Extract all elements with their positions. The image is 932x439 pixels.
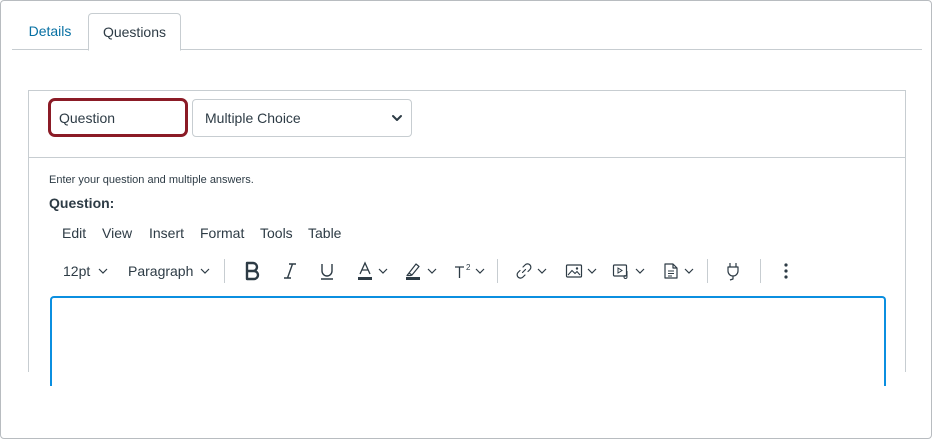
- more-icon: [784, 263, 788, 279]
- link-button[interactable]: [515, 257, 548, 285]
- tab-details[interactable]: Details: [16, 13, 84, 50]
- tab-bar: Details Questions: [12, 13, 922, 51]
- document-button[interactable]: [662, 257, 695, 285]
- font-size-value: 12pt: [63, 263, 91, 279]
- question-type-select[interactable]: Multiple Choice: [192, 99, 412, 137]
- font-size-dropdown[interactable]: 12pt: [63, 257, 109, 285]
- block-format-value: Paragraph: [128, 263, 194, 279]
- bold-button[interactable]: [243, 257, 261, 285]
- chevron-down-icon: [537, 268, 547, 274]
- toolbar-divider: [707, 259, 708, 283]
- chevron-down-icon: [427, 268, 437, 274]
- apps-plugin-button[interactable]: [724, 257, 742, 285]
- media-button[interactable]: [612, 257, 646, 285]
- bold-icon: [245, 261, 260, 281]
- menu-table[interactable]: Table: [308, 225, 341, 241]
- text-color-icon: [358, 261, 372, 280]
- text-color-button[interactable]: [356, 257, 389, 285]
- question-type-value: Multiple Choice: [205, 110, 301, 126]
- chevron-down-icon: [200, 268, 210, 274]
- italic-icon: [284, 263, 296, 279]
- svg-text:2: 2: [466, 263, 471, 272]
- highlight-color-icon: [406, 263, 420, 280]
- menu-view[interactable]: View: [102, 225, 132, 241]
- question-header: Multiple Choice: [29, 91, 905, 158]
- image-icon: [565, 264, 583, 278]
- superscript-icon: 2: [455, 263, 471, 278]
- media-icon: [612, 264, 628, 279]
- toolbar-divider: [224, 259, 225, 283]
- question-label: Question:: [49, 195, 115, 211]
- toolbar-divider: [497, 259, 498, 283]
- plugin-icon: [727, 263, 739, 281]
- menu-edit[interactable]: Edit: [62, 225, 86, 241]
- question-text-editor[interactable]: [50, 296, 886, 386]
- superscript-button[interactable]: 2: [453, 257, 486, 285]
- underline-icon: [321, 264, 333, 280]
- chevron-down-icon: [475, 268, 485, 274]
- chevron-down-icon: [635, 268, 645, 274]
- menu-tools[interactable]: Tools: [260, 225, 293, 241]
- highlight-color-button[interactable]: [404, 257, 438, 285]
- question-name-field-wrapper: [48, 98, 188, 137]
- chevron-down-icon: [684, 268, 694, 274]
- question-instructions: Enter your question and multiple answers…: [49, 174, 254, 186]
- chevron-down-icon: [587, 268, 597, 274]
- question-panel: Multiple Choice Enter your question and …: [28, 90, 906, 386]
- underline-button[interactable]: [318, 257, 336, 285]
- menu-format[interactable]: Format: [200, 225, 244, 241]
- block-format-dropdown[interactable]: Paragraph: [128, 257, 211, 285]
- question-name-input[interactable]: [51, 101, 185, 134]
- tab-questions[interactable]: Questions: [88, 13, 181, 51]
- document-icon: [664, 263, 678, 279]
- link-icon: [516, 263, 532, 279]
- italic-button[interactable]: [282, 257, 298, 285]
- chevron-down-icon: [378, 268, 388, 274]
- menu-insert[interactable]: Insert: [149, 225, 184, 241]
- chevron-down-icon: [98, 268, 108, 274]
- content-frame: Details Questions Multiple Choice Enter …: [0, 0, 932, 439]
- toolbar-divider: [760, 259, 761, 283]
- editor-toolbar: 12pt Paragraph 2: [29, 257, 905, 285]
- chevron-down-icon: [392, 115, 402, 121]
- more-options-button[interactable]: [781, 257, 791, 285]
- image-button[interactable]: [565, 257, 598, 285]
